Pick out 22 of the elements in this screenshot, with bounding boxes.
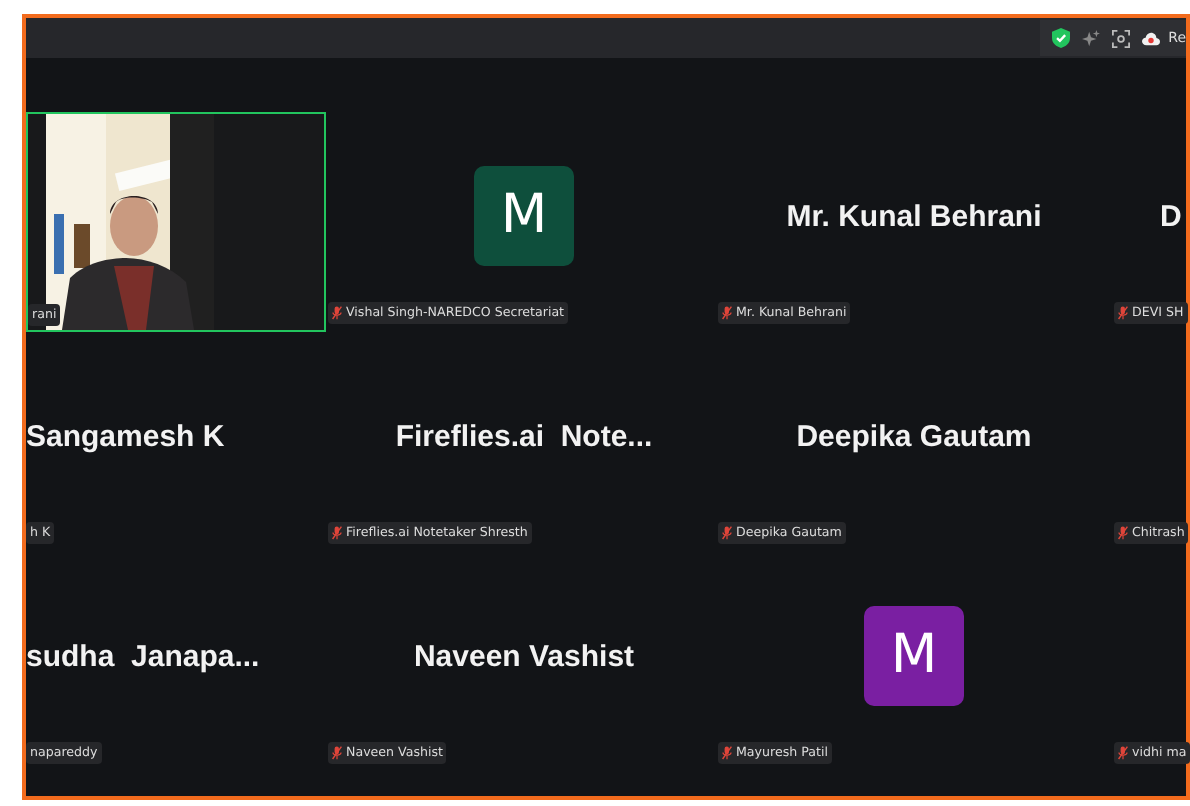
sparkle-icon[interactable]	[1082, 29, 1101, 47]
participant-name: Sangamesh K	[26, 417, 225, 458]
participant-name: Deepika Gautam	[796, 417, 1032, 458]
muted-mic-icon	[1118, 745, 1128, 760]
muted-mic-icon	[722, 305, 732, 320]
muted-mic-icon	[1118, 525, 1128, 540]
participant-name: Mr. Kunal Behrani	[786, 197, 1042, 238]
muted-mic-icon	[332, 305, 342, 320]
shield-check-icon[interactable]	[1052, 28, 1071, 48]
muted-mic-icon	[722, 525, 732, 540]
focus-frame-icon[interactable]	[1112, 29, 1131, 47]
avatar: M	[474, 166, 574, 266]
participant-name: Fireflies.ai Note...	[395, 417, 653, 458]
muted-mic-icon	[1118, 305, 1128, 320]
muted-mic-icon	[332, 525, 342, 540]
participant-name: sudha Janapa...	[26, 637, 260, 678]
cloud-icon	[1142, 31, 1161, 45]
muted-mic-icon	[722, 745, 732, 760]
muted-mic-icon	[332, 745, 342, 760]
participant-name: Naveen Vashist	[413, 637, 635, 678]
avatar: M	[864, 606, 964, 706]
participant-name: D	[1160, 197, 1182, 238]
